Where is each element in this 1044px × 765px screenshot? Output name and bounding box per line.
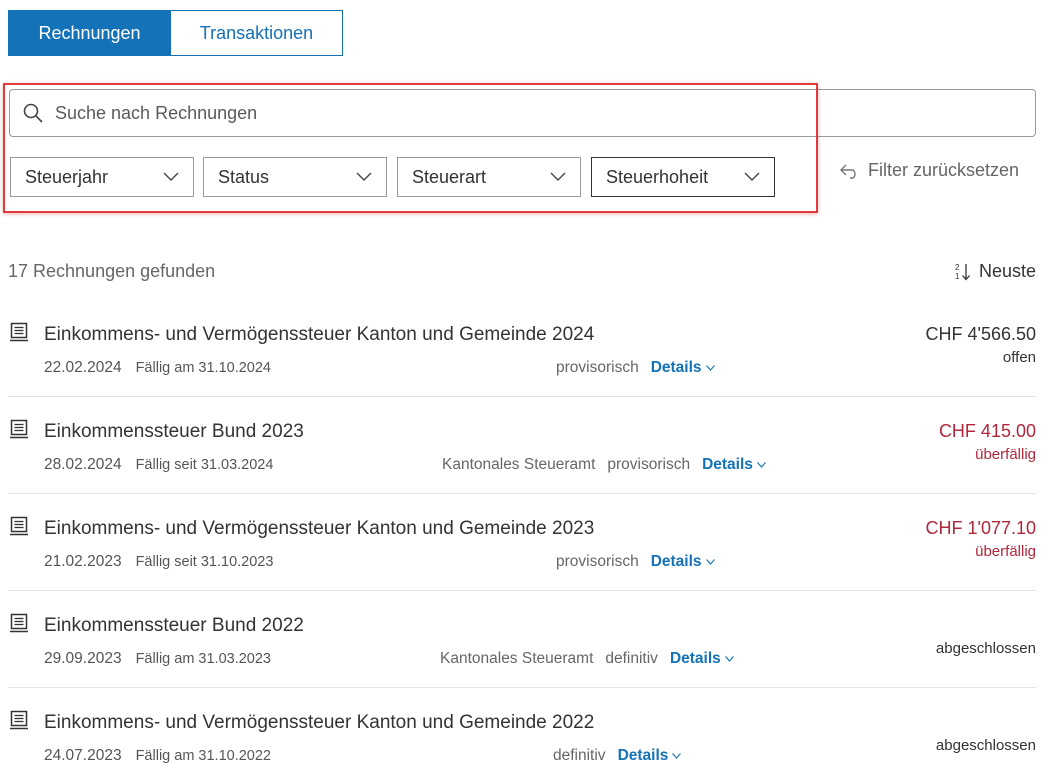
tax-authority-label: Steuerhoheit — [606, 166, 709, 187]
invoice-info: provisorisch Details — [556, 553, 715, 571]
details-toggle[interactable]: Details — [651, 553, 715, 571]
invoice-date: 21.02.2023 — [44, 553, 122, 570]
invoice-document-icon — [10, 419, 28, 439]
invoice-amount: CHF 4'566.50 — [925, 324, 1037, 344]
tab-transaktionen[interactable]: Transaktionen — [171, 10, 343, 56]
invoice-dates: 28.02.2024 Fällig seit 31.03.2024 — [44, 456, 273, 474]
sort-icon: 2 1 — [955, 263, 970, 281]
invoice-title: Einkommens- und Vermögenssteuer Kanton u… — [44, 518, 595, 539]
invoice-title: Einkommenssteuer Bund 2023 — [44, 421, 304, 442]
reset-filters-label: Filter zurücksetzen — [868, 160, 1020, 180]
chevron-down-icon — [550, 172, 566, 181]
details-label: Details — [702, 456, 753, 473]
tax-type-label: Steuerart — [412, 166, 487, 187]
status-label: Status — [218, 166, 270, 187]
invoice-dates: 29.09.2023 Fällig am 31.03.2023 — [44, 650, 271, 668]
invoice-kind: provisorisch — [607, 456, 691, 473]
tab-bar: Rechnungen Transaktionen — [8, 10, 343, 56]
invoice-dates: 22.02.2024 Fällig am 31.10.2024 — [44, 359, 271, 377]
invoice-date: 24.07.2023 — [44, 747, 122, 764]
invoice-date: 22.02.2024 — [44, 359, 122, 376]
row-divider — [8, 493, 1036, 494]
chevron-down-icon — [672, 753, 682, 759]
invoice-document-icon — [10, 710, 28, 730]
details-label: Details — [617, 747, 669, 764]
invoice-status: offen — [1002, 349, 1036, 366]
row-divider — [8, 590, 1036, 591]
invoice-date: 28.02.2024 — [44, 456, 122, 473]
invoice-status: abgeschlossen — [935, 737, 1036, 754]
invoice-amount: CHF 1'077.10 — [925, 518, 1037, 538]
tax-type-dropdown[interactable]: Steuerart — [397, 157, 581, 197]
invoice-due: Fällig am 31.10.2022 — [135, 748, 271, 764]
invoice-office: Kantonales Steueramt — [440, 650, 594, 667]
details-label: Details — [650, 553, 702, 570]
invoice-document-icon — [10, 516, 28, 536]
details-toggle[interactable]: Details — [651, 359, 715, 377]
search-input[interactable] — [53, 101, 957, 125]
tax-authority-dropdown[interactable]: Steuerhoheit — [591, 157, 775, 197]
invoice-due: Fällig seit 31.10.2023 — [135, 554, 274, 570]
row-divider — [8, 396, 1036, 397]
chevron-down-icon — [744, 172, 760, 181]
chevron-down-icon — [724, 656, 734, 662]
status-dropdown[interactable]: Status — [203, 157, 387, 197]
chevron-down-icon — [705, 559, 715, 565]
invoice-info: Kantonales Steueramt provisorisch Detail… — [442, 456, 766, 474]
invoice-info: Kantonales Steueramt definitiv Details — [440, 650, 734, 668]
details-toggle[interactable]: Details — [618, 747, 682, 765]
invoice-title: Einkommens- und Vermögenssteuer Kanton u… — [44, 712, 595, 733]
invoice-status: abgeschlossen — [935, 640, 1036, 657]
chevron-down-icon — [163, 172, 179, 181]
chevron-down-icon — [705, 365, 715, 371]
sort-button[interactable]: 2 1 Neuste — [955, 261, 1036, 282]
invoice-info: definitiv Details — [553, 747, 682, 765]
invoice-office: Kantonales Steueramt — [442, 456, 596, 473]
invoice-kind: definitiv — [553, 747, 606, 764]
results-count: 17 Rechnungen gefunden — [8, 261, 216, 281]
invoice-row[interactable]: Einkommenssteuer Bund 2023 28.02.2024 Fäl… — [0, 413, 1044, 493]
sort-label: Neuste — [978, 261, 1036, 281]
search-box[interactable] — [9, 89, 1036, 137]
chevron-down-icon — [757, 462, 766, 468]
invoice-status: überfällig — [975, 543, 1036, 560]
invoice-title: Einkommens- und Vermögenssteuer Kanton u… — [44, 324, 595, 345]
invoice-date: 29.09.2023 — [44, 650, 122, 667]
row-divider — [8, 687, 1036, 688]
reset-filters-button[interactable]: Filter zurücksetzen — [838, 160, 1019, 181]
invoice-kind: definitiv — [605, 650, 658, 667]
invoice-due: Fällig am 31.03.2023 — [135, 651, 271, 667]
undo-arrow-icon — [840, 164, 856, 179]
invoice-row[interactable]: Einkommenssteuer Bund 2022 29.09.2023 Fäl… — [0, 607, 1044, 687]
invoice-title: Einkommenssteuer Bund 2022 — [44, 615, 304, 636]
tab-rechnungen[interactable]: Rechnungen — [8, 10, 171, 56]
svg-text:2: 2 — [955, 263, 960, 272]
invoice-dates: 21.02.2023 Fällig seit 31.10.2023 — [44, 553, 273, 571]
invoice-document-icon — [10, 613, 28, 633]
search-icon — [23, 103, 43, 123]
invoice-kind: provisorisch — [556, 359, 639, 376]
tax-year-dropdown[interactable]: Steuerjahr — [10, 157, 194, 197]
invoice-amount: CHF 415.00 — [938, 421, 1036, 441]
invoice-row[interactable]: Einkommens- und Vermögenssteuer Kanton u… — [0, 510, 1044, 590]
invoice-kind: provisorisch — [556, 553, 639, 570]
details-toggle[interactable]: Details — [702, 456, 766, 474]
invoice-info: provisorisch Details — [556, 359, 715, 377]
chevron-down-icon — [356, 172, 372, 181]
invoice-row[interactable]: Einkommens- und Vermögenssteuer Kanton u… — [0, 704, 1044, 765]
invoice-due: Fällig seit 31.03.2024 — [135, 457, 274, 473]
invoice-dates: 24.07.2023 Fällig am 31.10.2022 — [44, 747, 271, 765]
details-label: Details — [650, 359, 702, 376]
invoice-status: überfällig — [975, 446, 1036, 463]
invoice-due: Fällig am 31.10.2024 — [135, 360, 271, 376]
tax-year-label: Steuerjahr — [25, 166, 109, 187]
details-label: Details — [669, 650, 721, 667]
invoice-row[interactable]: Einkommens- und Vermögenssteuer Kanton u… — [0, 316, 1044, 396]
invoice-document-icon — [10, 322, 28, 342]
details-toggle[interactable]: Details — [670, 650, 734, 668]
svg-text:1: 1 — [955, 272, 960, 281]
